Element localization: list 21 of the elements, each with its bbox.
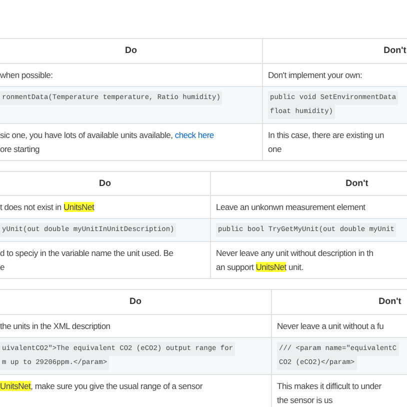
cell-text: Never leave a unit without a fu bbox=[277, 320, 384, 332]
cell-text: e bbox=[0, 261, 4, 274]
cell-text: when possible: bbox=[0, 68, 53, 82]
column-header: Do bbox=[0, 39, 263, 62]
cell-text: the sensor is us bbox=[277, 394, 333, 406]
cell-text: Never leave any unit without description in th bbox=[216, 247, 374, 260]
column-header: Don't bbox=[384, 44, 406, 57]
cell-text: d to speciy in the variable name the unit used. Be bbox=[0, 247, 174, 260]
cell-text: In this case, there are existing un bbox=[268, 128, 384, 142]
column-header: Do bbox=[0, 172, 211, 195]
cell-text: Don't implement your own: bbox=[268, 68, 362, 82]
column-header: Do bbox=[0, 290, 272, 314]
cell-text: the units in the XML description bbox=[0, 320, 110, 332]
column-header: Don't bbox=[378, 295, 402, 308]
cell-text: one bbox=[268, 142, 282, 156]
cell-text: UnitsNet, make sure you give the usual range of a sensor bbox=[0, 380, 202, 392]
cell-text: Leave an unkonwn measurement element bbox=[216, 201, 366, 214]
column-header: Don't bbox=[346, 176, 368, 190]
cell-text: sic one, you have lots of available units available, check here bbox=[0, 128, 214, 142]
cell-text: ore starting bbox=[0, 142, 40, 156]
cell-text: This makes it difficult to under bbox=[277, 380, 382, 392]
